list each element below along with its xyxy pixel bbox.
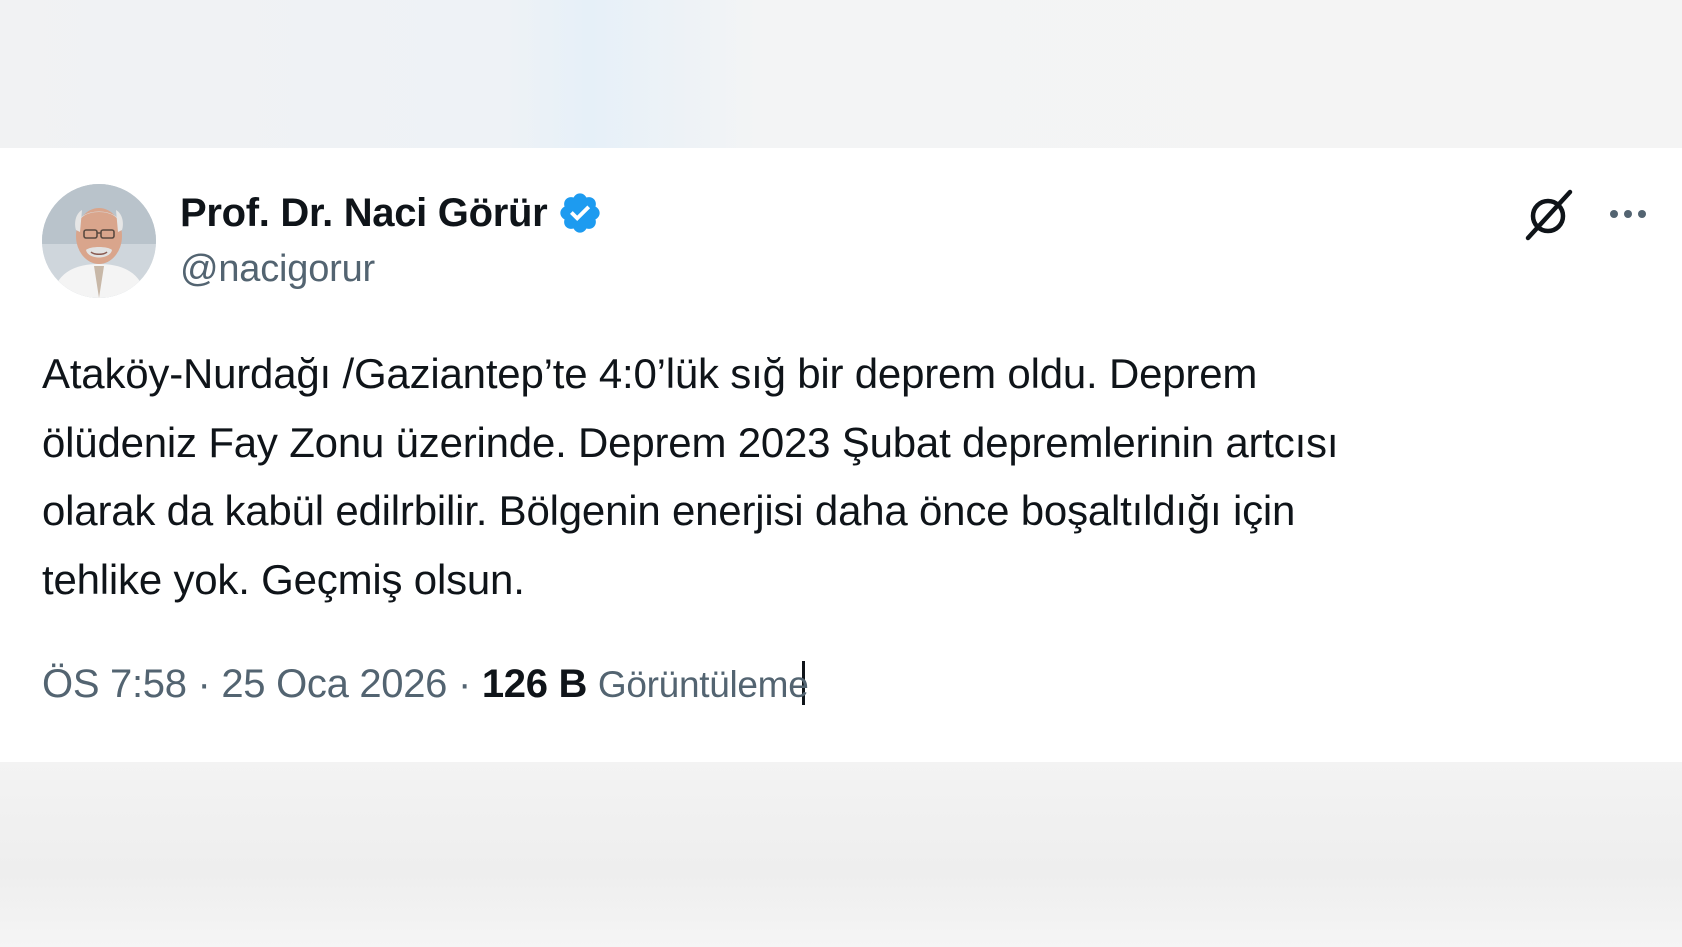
author-display-name[interactable]: Prof. Dr. Naci Görür [180, 191, 548, 236]
background-bottom [0, 762, 1682, 947]
verified-badge-icon[interactable] [557, 190, 603, 236]
views-count[interactable]: 126 B [482, 662, 588, 706]
tweet-text-line: ölüdeniz Fay Zonu üzerinde. Deprem 2023 … [42, 418, 1339, 466]
tweet-text-line: Ataköy-Nurdağı /Gaziantep’te 4:0’lük sığ… [42, 350, 1258, 397]
tweet-card: Prof. Dr. Naci Görür @nacigorur Ataköy-N… [0, 148, 1682, 762]
tweet-text: Ataköy-Nurdağı /Gaziantep’te 4:0’lük sığ… [42, 340, 1662, 614]
tweet-text-line: tehlike yok. Geçmiş olsun. [42, 555, 525, 603]
tweet-time[interactable]: ÖS 7:58 [42, 662, 187, 706]
background-top [0, 0, 1682, 148]
meta-separator: · [197, 662, 211, 706]
avatar-image [42, 184, 156, 298]
tweet-meta: ÖS 7:58 · 25 Oca 2026 · 126 B Görüntülem… [42, 661, 809, 707]
author-name-row: Prof. Dr. Naci Görür [180, 188, 603, 238]
views-label: Görüntüleme [597, 664, 809, 705]
tweet-date[interactable]: 25 Oca 2026 [221, 662, 447, 706]
meta-separator: · [457, 662, 471, 706]
author-handle[interactable]: @nacigorur [180, 248, 375, 291]
tweet-text-line: olarak da kabül edilrbilir. Bölgenin ene… [42, 487, 1296, 534]
grok-icon[interactable] [1520, 184, 1580, 244]
avatar[interactable] [42, 184, 156, 298]
more-options-icon[interactable] [1605, 196, 1651, 232]
